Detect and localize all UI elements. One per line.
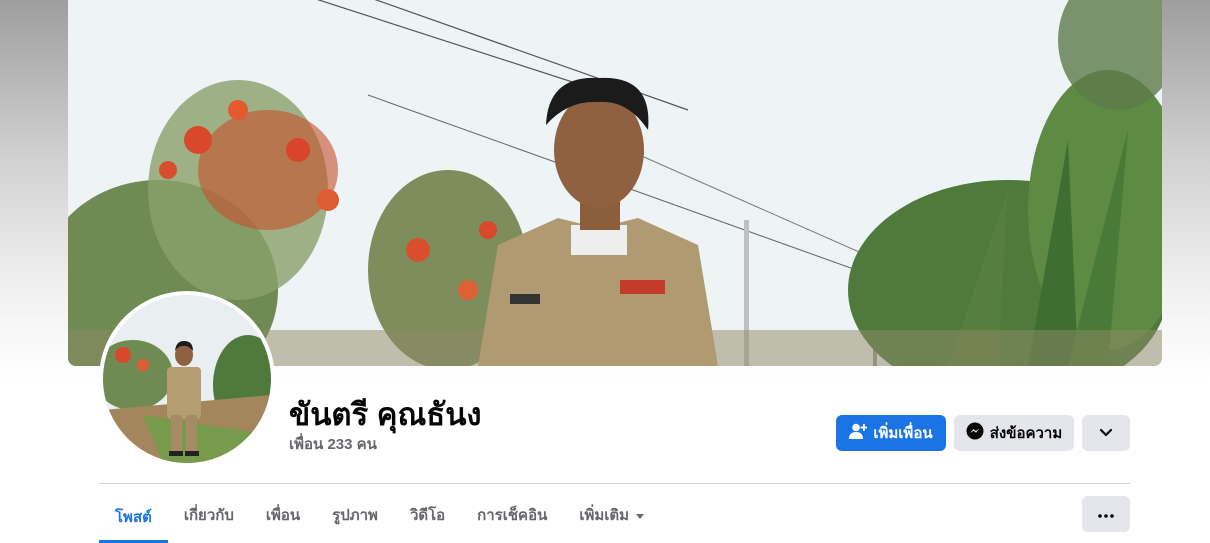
- profile-avatar[interactable]: [99, 291, 275, 467]
- add-friend-icon: [849, 423, 868, 443]
- add-friend-button[interactable]: เพิ่มเพื่อน: [836, 415, 946, 451]
- profile-tabs: โพสต์ เกี่ยวกับ เพื่อน รูปภาพ วิดีโอ การ…: [99, 490, 661, 543]
- send-message-label: ส่งข้อความ: [989, 425, 1063, 442]
- tab-photos[interactable]: รูปภาพ: [316, 490, 394, 540]
- tab-about-label: เกี่ยวกับ: [183, 507, 234, 524]
- tabs-divider: [99, 483, 1130, 484]
- tab-more[interactable]: เพิ่มเติม: [563, 490, 661, 540]
- tab-friends[interactable]: เพื่อน: [250, 490, 316, 540]
- tab-posts-label: โพสต์: [115, 508, 152, 526]
- tab-checkins-label: การเช็คอิน: [477, 507, 548, 524]
- tab-videos-label: วิดีโอ: [409, 507, 446, 524]
- tab-videos[interactable]: วิดีโอ: [394, 490, 461, 540]
- tab-posts[interactable]: โพสต์: [99, 490, 168, 543]
- profile-more-button[interactable]: [1082, 415, 1130, 451]
- tabs-more-options-button[interactable]: [1082, 496, 1130, 532]
- messenger-icon: [966, 422, 984, 444]
- tab-photos-label: รูปภาพ: [332, 507, 378, 524]
- tab-about[interactable]: เกี่ยวกับ: [168, 490, 250, 540]
- tab-more-label: เพิ่มเติม: [579, 507, 630, 524]
- chevron-down-icon: [1099, 425, 1113, 442]
- tab-checkins[interactable]: การเช็คอิน: [461, 490, 563, 540]
- tab-friends-label: เพื่อน: [265, 507, 301, 524]
- send-message-button[interactable]: ส่งข้อความ: [954, 415, 1074, 451]
- add-friend-label: เพิ่มเพื่อน: [873, 425, 933, 442]
- more-dots-icon: [1098, 505, 1114, 523]
- friends-count[interactable]: เพื่อน 233 คน: [289, 432, 377, 456]
- caret-down-icon: [635, 507, 645, 524]
